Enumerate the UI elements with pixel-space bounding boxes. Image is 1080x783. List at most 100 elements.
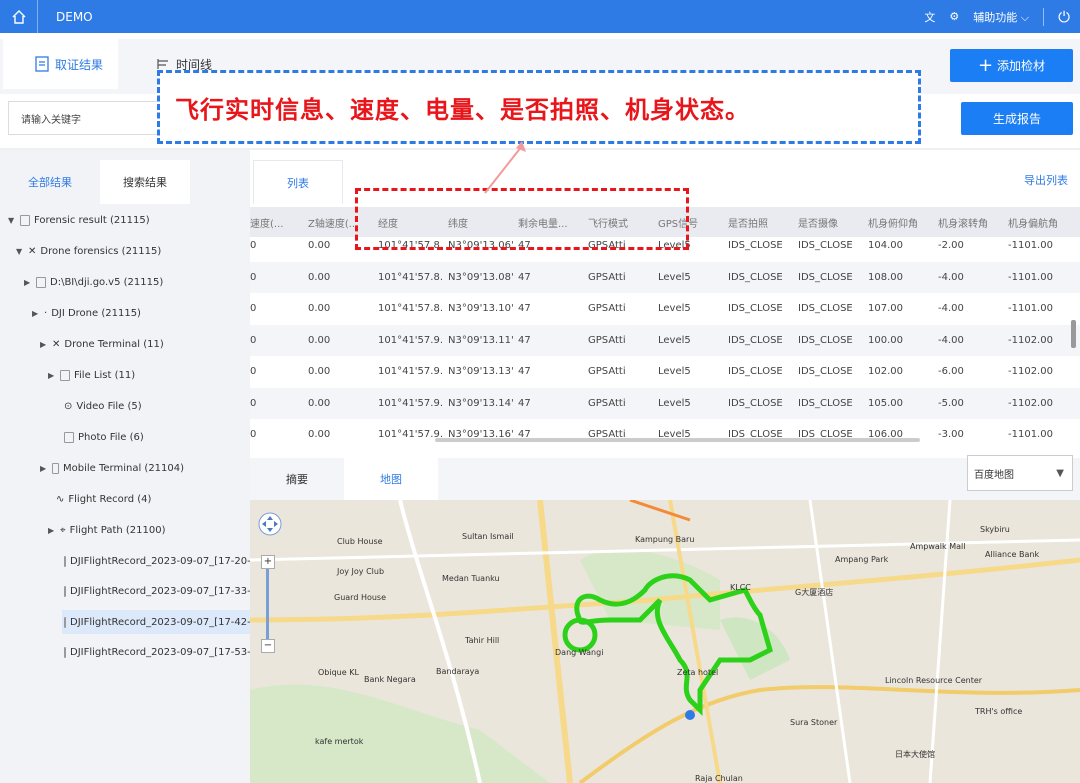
table-cell: 0.00 — [308, 334, 331, 346]
table-row[interactable]: 0 0.00 101°41'57.8... N3°09'13.08" 47 GPSAtti… — [250, 261, 1080, 293]
map-label: Bank Negara — [364, 675, 416, 684]
tree-item[interactable]: Photo File (6) — [64, 426, 144, 448]
table-cell: Level5 — [658, 303, 691, 314]
table-cell: -4.00 — [938, 271, 964, 283]
table-cell: 0 — [250, 366, 257, 377]
chart-icon — [20, 214, 30, 226]
zoom-out-button[interactable]: − — [261, 639, 275, 653]
table-cell: IDS_CLOSE — [728, 334, 783, 346]
map-view[interactable]: Sultan Ismail Kampung Baru Ampang Park S… — [250, 500, 1080, 783]
tree-label: DJIFlightRecord_2023-09-07_[17-20-58].tx… — [70, 555, 250, 567]
table-cell: 105.00 — [868, 397, 903, 409]
table-cell: 0.00 — [308, 366, 331, 377]
top-bar: DEMO 文 ⚙ 辅助功能 ⌵ ⏻ — [0, 0, 1080, 33]
settings-icon[interactable]: ⚙ — [949, 10, 959, 23]
map-label: Kampung Baru — [635, 535, 695, 544]
caret-down-icon: ▼ — [16, 246, 23, 256]
table-cell: 0 — [250, 334, 257, 346]
zoom-in-button[interactable]: + — [261, 555, 275, 569]
table-cell: -1102.00 — [1008, 334, 1053, 346]
tree-item[interactable]: ▶ D:\BI\dji.go.v5 (21115) — [24, 271, 163, 293]
power-icon[interactable]: ⏻ — [1058, 8, 1070, 26]
horizontal-scrollbar[interactable] — [435, 438, 920, 442]
tab-all-results[interactable]: 全部结果 — [0, 160, 100, 204]
tree-item[interactable]: ▶ Mobile Terminal (21104) — [40, 457, 184, 479]
table-cell: Level5 — [658, 271, 691, 283]
caret-right-icon: ▶ — [40, 463, 47, 473]
table-cell: 102.00 — [868, 366, 903, 377]
phone-icon — [52, 462, 59, 474]
add-evidence-label: 添加检材 — [997, 59, 1046, 73]
tree-label: Photo File (6) — [78, 431, 144, 443]
tree-item[interactable]: ▼ Forensic result (21115) — [8, 209, 150, 231]
map-label: kafe mertok — [315, 737, 364, 746]
export-list-link[interactable]: 导出列表 — [1024, 172, 1068, 188]
top-bar-actions: 文 ⚙ 辅助功能 ⌵ ⏻ — [924, 0, 1070, 33]
table-cell: -1102.00 — [1008, 397, 1053, 409]
tree-item[interactable]: ▶ File List (11) — [48, 364, 135, 386]
tab-summary[interactable]: 摘要 — [250, 458, 344, 500]
tree-item-selected[interactable]: DJIFlightRecord_2023-09-07_[17-42-32].tx… — [62, 610, 250, 634]
tree-item[interactable]: ⊙ Video File (5) — [64, 395, 142, 417]
vertical-scrollbar[interactable] — [1071, 320, 1076, 348]
zoom-slider[interactable] — [266, 569, 269, 639]
map-label: Skybiru — [980, 525, 1010, 534]
bottom-tabs: 摘要 地图 — [250, 458, 1080, 500]
table-cell: N3°09'13.10" — [448, 303, 513, 314]
map-label: Sultan Ismail — [462, 532, 514, 541]
table-row[interactable]: 0 0.00 101°41'57.9... N3°09'13.13" 47 GPSAtti… — [250, 356, 1080, 387]
map-label: KLCC — [730, 583, 751, 592]
tree-item[interactable]: ▼ ✕ Drone forensics (21115) — [16, 240, 161, 262]
search-input[interactable]: 请输入关键字 — [8, 101, 158, 135]
table-row[interactable]: 0 0.00 101°41'57.9... N3°09'13.16" 47 GPSAtti… — [250, 419, 1080, 450]
translate-icon[interactable]: 文 — [924, 9, 935, 25]
assist-menu[interactable]: 辅助功能 ⌵ — [973, 9, 1029, 25]
caret-down-icon: ▼ — [8, 215, 15, 225]
table-cell: 0.00 — [308, 429, 331, 440]
tab-evidence-label: 取证结果 — [55, 57, 104, 72]
tree-item[interactable]: ▶ ✕ Drone Terminal (11) — [40, 333, 164, 355]
table-cell: 100.00 — [868, 334, 903, 346]
table-cell: Level5 — [658, 429, 691, 440]
table-cell: 101°41'57.9... — [378, 429, 443, 440]
tab-evidence[interactable]: 取证结果 — [3, 39, 118, 89]
annotation-arrow — [484, 141, 526, 194]
tree-item[interactable]: DJIFlightRecord_2023-09-07_[17-20-58].tx… — [64, 550, 250, 572]
tree-item[interactable]: ▶ · DJI Drone (21115) — [32, 302, 141, 324]
generate-report-button[interactable]: 生成报告 — [961, 102, 1073, 135]
tree-label: Drone Terminal (11) — [64, 338, 164, 350]
pan-control-icon[interactable] — [258, 512, 282, 536]
table-cell: -6.00 — [938, 366, 964, 377]
tree-item[interactable]: DJIFlightRecord_2023-09-07_[17-53-46].tx… — [64, 641, 250, 663]
file-icon — [64, 646, 66, 658]
tab-list[interactable]: 列表 — [253, 160, 343, 204]
home-button[interactable] — [0, 0, 38, 33]
tab-map[interactable]: 地图 — [344, 458, 438, 500]
tree-item[interactable]: ∿ Flight Record (4) — [56, 488, 151, 510]
map-provider-select[interactable]: 百度地图 ▼ — [967, 455, 1073, 491]
table-cell: 0 — [250, 240, 257, 251]
table-row[interactable]: 0 0.00 101°41'57.8... N3°09'13.10" 47 GPSAtti… — [250, 293, 1080, 324]
generate-report-label: 生成报告 — [992, 112, 1041, 126]
tree-label: Drone forensics (21115) — [40, 245, 162, 257]
tree-item[interactable]: ▶ ⌖ Flight Path (21100) — [48, 519, 166, 541]
add-evidence-button[interactable]: + 添加检材 — [950, 49, 1073, 82]
table-cell: -1101.00 — [1008, 303, 1053, 314]
table-cell: -4.00 — [938, 303, 964, 314]
tab-search-results[interactable]: 搜索结果 — [100, 160, 190, 204]
caret-right-icon: ▶ — [40, 339, 47, 349]
table-cell: 47 — [518, 303, 531, 314]
table-cell: -1102.00 — [1008, 366, 1053, 377]
drone-icon: ✕ — [28, 245, 37, 257]
table-row[interactable]: 0 0.00 101°41'57.9... N3°09'13.14" 47 GPSAtti… — [250, 387, 1080, 419]
tree-item[interactable]: DJIFlightRecord_2023-09-07_[17-33-52].tx… — [64, 580, 250, 602]
table-row[interactable]: 0 0.00 101°41'57.9... N3°09'13.11" 47 GPSAtti… — [250, 324, 1080, 356]
table-cell: 0 — [250, 429, 257, 440]
drone-icon: · — [44, 307, 48, 319]
tree-label: File List (11) — [74, 369, 136, 381]
caret-right-icon: ▶ — [48, 370, 55, 380]
table-cell: -1101.00 — [1008, 429, 1053, 440]
tree-label: DJI Drone (21115) — [51, 307, 141, 319]
map-label: Dang Wangi — [555, 648, 604, 657]
table-cell: IDS_CLOSE — [798, 366, 853, 377]
